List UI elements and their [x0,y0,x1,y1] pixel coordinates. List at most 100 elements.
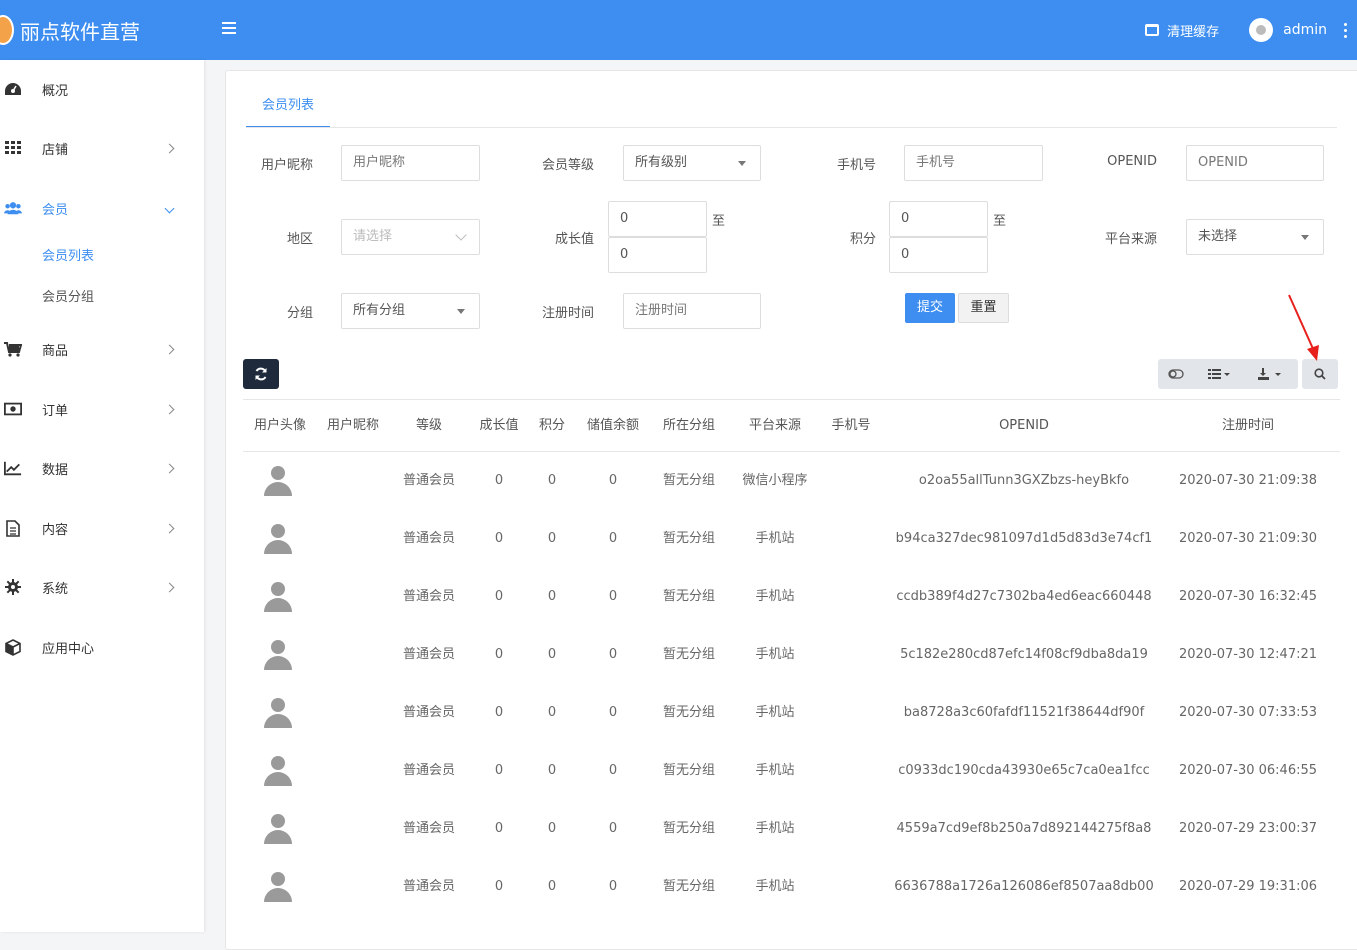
row-group: 暂无分组 [662,589,715,604]
row-level: 普通会员 [402,589,455,604]
row-growth: 0 [494,879,504,894]
cart-icon [4,341,22,357]
row-openid: o2oa55allTunn3GXZbzs-heyBkfo [918,473,1130,488]
row-points: 0 [547,473,557,488]
source-value: 未选择 [1198,229,1238,244]
row-points: 0 [547,705,557,720]
sidebar-item-data[interactable]: 数据 [0,448,204,488]
sidebar: 概况 店铺 会员 会员列表 会员分组 商品 订单 数据 内容 系统 应用中心 [0,60,204,932]
col-growth: 成长值 [479,418,519,433]
row-source: 手机站 [755,647,795,662]
growth-label: 成长值 [554,232,594,247]
openid-input[interactable]: OPENID [1186,145,1324,181]
table-row[interactable]: 普通会员 0 0 0 暂无分组 手机站 4559a7cd9ef8b250a7d8921442… [243,800,1340,858]
row-points: 0 [547,879,557,894]
group-value: 所有分组 [353,303,406,318]
row-regtime: 2020-07-30 16:32:45 [1178,589,1318,604]
more-vertical-icon[interactable] [1337,22,1353,38]
row-balance: 0 [608,821,618,836]
row-phone [823,510,879,568]
row-regtime: 2020-07-30 07:33:53 [1178,705,1318,720]
row-phone [823,568,879,626]
chevron-right-icon [164,344,175,354]
sidebar-item-overview[interactable]: 概况 [0,69,204,109]
tab-divider [246,127,1337,128]
table-row[interactable]: 普通会员 0 0 0 暂无分组 手机站 ccdb389f4d27c7302ba4ed6eac… [243,568,1340,626]
username[interactable]: admin [1283,22,1327,38]
user-avatar-icon [262,466,294,498]
table-row[interactable]: 普通会员 0 0 0 暂无分组 手机站 b94ca327dec981097d1d5d83d3… [243,510,1340,568]
caret-down-icon [1301,235,1309,240]
toggle-view-icon[interactable] [1168,359,1190,389]
sidebar-item-store[interactable]: 店铺 [0,128,204,168]
row-growth: 0 [494,531,504,546]
clear-cache-button[interactable]: 清理缓存 [1145,21,1219,40]
member-level-select[interactable]: 所有级别 [623,145,761,181]
row-openid: c0933dc190cda43930e65c7ca0ea1fcc [898,763,1150,778]
reset-button[interactable]: 重置 [958,293,1009,323]
sidebar-item-products[interactable]: 商品 [0,329,204,369]
sidebar-item-label: 商品 [42,343,69,359]
row-openid: 6636788a1726a126086ef8507aa8db00 [894,879,1154,894]
phone-input[interactable]: 手机号 [904,145,1043,181]
growth-min-input[interactable]: 0 [608,201,707,237]
table-row[interactable]: 普通会员 0 0 0 暂无分组 手机站 6636788a1726a126086ef8507a… [243,858,1340,916]
chevron-down-icon [455,229,467,241]
points-max-input[interactable]: 0 [889,237,988,273]
clear-cache-label: 清理缓存 [1167,24,1220,40]
gear-icon [4,579,22,595]
growth-max-input[interactable]: 0 [608,237,707,273]
row-phone [823,684,879,742]
regtime-input[interactable]: 注册时间 [623,293,761,329]
table-row[interactable]: 普通会员 0 0 0 暂无分组 手机站 5c182e280cd87efc14f08cf9db… [243,626,1340,684]
group-select[interactable]: 所有分组 [341,293,480,329]
row-balance: 0 [608,763,618,778]
row-balance: 0 [608,589,618,604]
sidebar-item-label: 数据 [42,462,69,478]
sidebar-item-content[interactable]: 内容 [0,508,204,548]
sidebar-item-label: 内容 [42,522,69,538]
region-select[interactable]: 请选择 [341,219,480,255]
phone-label: 手机号 [836,158,876,173]
tab-member-list[interactable]: 会员列表 [246,88,330,128]
row-level: 普通会员 [402,879,455,894]
row-group: 暂无分组 [662,763,715,778]
menu-toggle-icon[interactable] [222,22,236,38]
table-header: 用户头像 用户昵称 等级 成长值 积分 储值余额 所在分组 平台来源 手机号 O… [243,399,1340,452]
sidebar-subitem-member-list[interactable]: 会员列表 [42,245,94,264]
export-icon[interactable] [1258,359,1288,389]
row-regtime: 2020-07-29 19:31:06 [1178,879,1318,894]
row-balance: 0 [608,705,618,720]
col-avatar: 用户头像 [253,418,306,433]
row-regtime: 2020-07-30 21:09:38 [1178,473,1318,488]
columns-icon[interactable] [1208,359,1238,389]
refresh-button[interactable] [243,359,279,389]
submit-button[interactable]: 提交 [905,293,955,323]
source-select[interactable]: 未选择 [1186,219,1324,255]
sidebar-item-app-center[interactable]: 应用中心 [0,627,204,667]
region-placeholder: 请选择 [353,229,393,244]
row-regtime: 2020-07-30 12:47:21 [1178,647,1318,662]
user-avatar[interactable] [1249,18,1274,42]
sidebar-item-system[interactable]: 系统 [0,567,204,607]
table-row[interactable]: 普通会员 0 0 0 暂无分组 微信小程序 o2oa55allTunn3GXZbzs-hey… [243,452,1340,510]
nickname-input[interactable]: 用户昵称 [341,145,480,181]
sidebar-item-orders[interactable]: 订单 [0,389,204,429]
row-source: 手机站 [755,531,795,546]
table-row[interactable]: 普通会员 0 0 0 暂无分组 手机站 c0933dc190cda43930e65c7ca0… [243,742,1340,800]
row-group: 暂无分组 [662,879,715,894]
sidebar-item-members[interactable]: 会员 [0,188,204,228]
row-growth: 0 [494,647,504,662]
dashboard-icon [4,81,22,97]
search-toggle-button[interactable] [1302,359,1338,389]
points-min-input[interactable]: 0 [889,201,988,237]
sidebar-subitem-member-groups[interactable]: 会员分组 [42,286,94,305]
table-row[interactable]: 普通会员 0 0 0 暂无分组 手机站 ba8728a3c60fafdf11521f3864… [243,684,1340,742]
col-group: 所在分组 [662,418,715,433]
row-openid: ccdb389f4d27c7302ba4ed6eac660448 [896,589,1152,604]
row-phone [823,452,879,510]
brand[interactable]: 丽点软件直营 [0,0,204,60]
row-growth: 0 [494,763,504,778]
chevron-right-icon [164,523,175,533]
row-group: 暂无分组 [662,705,715,720]
